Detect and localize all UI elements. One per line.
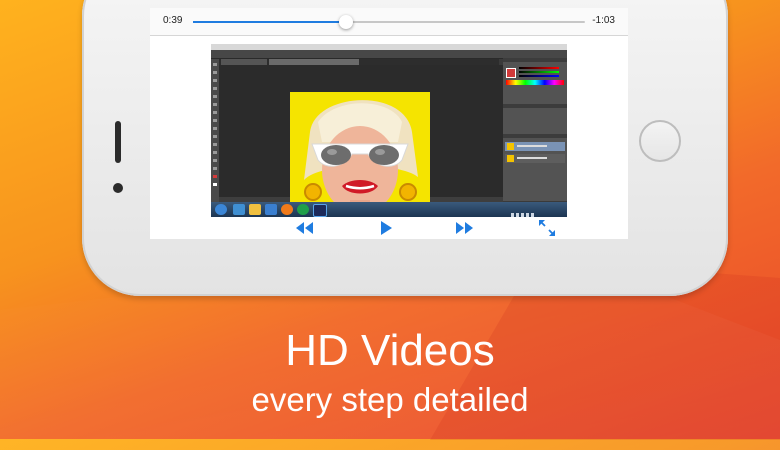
layer-name	[517, 145, 547, 147]
promo-subline: every step detailed	[251, 381, 529, 418]
expand-icon	[539, 220, 555, 236]
front-camera	[113, 183, 123, 193]
promo-headline: HD Videos	[285, 326, 495, 375]
color-panel-header	[503, 58, 567, 62]
photoshop-icon	[313, 204, 327, 217]
adjustments-panel-header	[503, 104, 567, 108]
start-button-icon	[215, 204, 227, 215]
tool-glyph	[213, 143, 217, 146]
photoshop-toolbar	[211, 59, 219, 209]
progress-thumb[interactable]	[338, 15, 353, 29]
color-slider	[519, 75, 559, 77]
rewind-button[interactable]	[293, 218, 317, 238]
tool-glyph	[213, 127, 217, 130]
firefox-icon	[281, 204, 293, 215]
tool-glyph	[213, 135, 217, 138]
video-frame[interactable]	[211, 44, 567, 217]
fast-forward-button[interactable]	[452, 218, 476, 238]
progress-fill	[193, 21, 346, 23]
tool-glyph	[213, 119, 217, 122]
background-color-chip	[213, 183, 217, 186]
tool-glyph	[213, 71, 217, 74]
layer-name	[517, 157, 547, 159]
windows-taskbar	[211, 202, 567, 217]
layers-panel-header	[503, 134, 567, 138]
phone-screen: 0:39 -1:03	[150, 8, 628, 239]
elapsed-time: 0:39	[163, 15, 183, 26]
speaker-grille	[115, 121, 121, 163]
foreground-color-chip	[213, 175, 217, 178]
system-tray	[511, 205, 561, 217]
portrait-drawing	[290, 92, 430, 216]
video-scrubber-bar: 0:39 -1:03	[150, 8, 628, 36]
play-button[interactable]	[374, 218, 398, 238]
color-slider	[519, 67, 559, 69]
color-swatch	[506, 68, 516, 78]
tool-glyph	[213, 151, 217, 154]
chrome-icon	[297, 204, 309, 215]
iphone-frame: 0:39 -1:03	[82, 0, 728, 296]
progress-track[interactable]	[193, 15, 585, 29]
photoshop-panels	[503, 58, 567, 201]
media-player-icon	[265, 204, 277, 215]
layer-row	[505, 142, 565, 151]
tool-glyph	[213, 95, 217, 98]
layer-thumbnail	[507, 155, 514, 162]
portrait-image	[290, 92, 430, 216]
playback-controls	[150, 217, 628, 239]
play-icon	[381, 221, 392, 235]
folder-icon	[249, 204, 261, 215]
color-slider	[519, 71, 559, 73]
ie-icon	[233, 204, 245, 215]
rewind-icon	[296, 222, 313, 234]
tool-glyph	[213, 111, 217, 114]
tool-glyph	[213, 167, 217, 170]
tool-glyph	[213, 103, 217, 106]
layer-row	[505, 154, 565, 163]
tool-glyph	[213, 159, 217, 162]
color-spectrum	[506, 80, 564, 85]
layer-thumbnail	[507, 143, 514, 150]
tool-glyph	[213, 79, 217, 82]
fast-forward-icon	[456, 222, 473, 234]
remaining-time: -1:03	[592, 15, 615, 26]
home-button[interactable]	[639, 120, 681, 162]
tool-glyph	[213, 87, 217, 90]
fullscreen-button[interactable]	[535, 218, 559, 238]
tool-glyph	[213, 63, 217, 66]
